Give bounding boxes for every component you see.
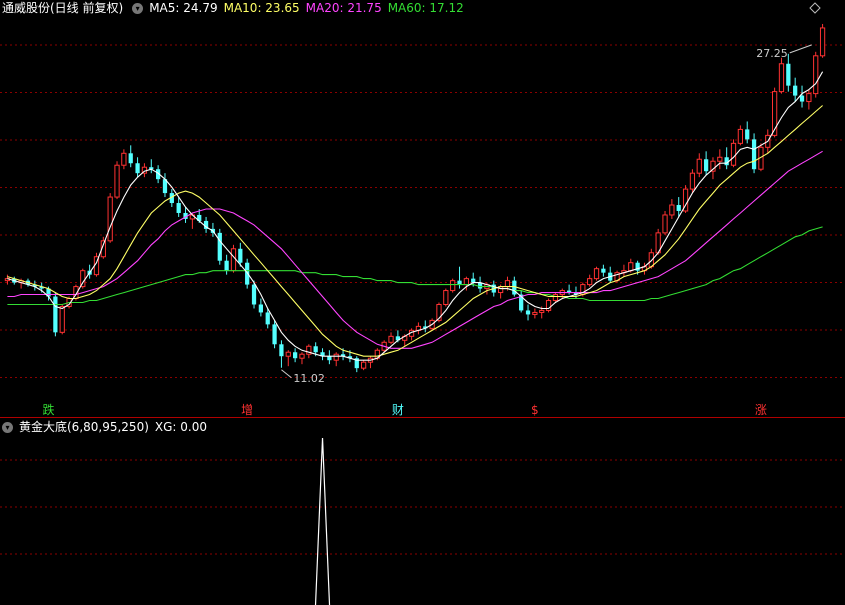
candle-body bbox=[463, 278, 469, 286]
ma5-line bbox=[7, 71, 824, 361]
candle-body bbox=[730, 142, 737, 166]
event-marker: 增 bbox=[241, 403, 253, 417]
candle-body bbox=[786, 63, 791, 86]
low-price-label: 11.02 bbox=[293, 372, 325, 385]
xg-signal-line bbox=[314, 437, 331, 605]
candle-body bbox=[135, 163, 140, 174]
candle-body bbox=[230, 248, 237, 272]
event-marker: 财 bbox=[392, 403, 404, 417]
candle-body bbox=[601, 268, 606, 273]
candle-body bbox=[813, 55, 819, 95]
event-marker: 跌 bbox=[43, 402, 55, 417]
candle-body bbox=[217, 232, 222, 261]
candle-body bbox=[388, 335, 394, 343]
candle-body bbox=[299, 353, 305, 359]
indicator-header: ▾ 黄金大底(6,80,95,250) XG: 0.00 bbox=[0, 419, 213, 435]
high-price-label: 27.25 bbox=[756, 47, 788, 60]
candle-body bbox=[279, 344, 284, 357]
candle-body bbox=[587, 278, 593, 286]
candle-body bbox=[745, 129, 750, 140]
candle-body bbox=[121, 152, 127, 166]
candle-body bbox=[778, 63, 785, 93]
event-marker: 涨 bbox=[755, 402, 767, 417]
candle-body bbox=[176, 203, 181, 213]
candle-body bbox=[696, 158, 702, 174]
candle-body bbox=[443, 290, 449, 305]
candle-body bbox=[245, 262, 250, 285]
ma5-label: MA5: 24.79 bbox=[149, 1, 218, 15]
candle-body bbox=[751, 139, 757, 170]
candle-body bbox=[593, 268, 600, 280]
panel-separator bbox=[0, 417, 845, 418]
candle-body bbox=[525, 310, 531, 315]
candle-body bbox=[251, 284, 257, 305]
candle-body bbox=[128, 153, 133, 164]
kline-chart: 27.25 11.02 跌 增 财 $ 涨 bbox=[0, 2, 845, 605]
candle-body bbox=[327, 356, 332, 361]
candle-body bbox=[450, 280, 456, 292]
candle-body bbox=[333, 353, 339, 361]
candle-body bbox=[504, 280, 511, 288]
candle-body bbox=[224, 260, 229, 271]
stock-title: 通威股份(日线 前复权) bbox=[2, 1, 124, 15]
candle-body bbox=[272, 324, 277, 345]
candle-body bbox=[293, 352, 298, 359]
candle-body bbox=[552, 294, 559, 302]
event-marker: $ bbox=[531, 403, 539, 417]
candle-body bbox=[265, 312, 270, 325]
ma10-label: MA10: 23.65 bbox=[223, 1, 300, 15]
main-chart-header: 通威股份(日线 前复权) ▾ MA5: 24.79 MA10: 23.65 MA… bbox=[0, 0, 470, 16]
xg-value-label: XG: 0.00 bbox=[154, 420, 207, 434]
ma60-label: MA60: 17.12 bbox=[387, 1, 464, 15]
indicator-title: 黄金大底(6,80,95,250) bbox=[19, 420, 149, 434]
candle-body bbox=[737, 128, 743, 144]
ma60-line bbox=[7, 226, 823, 306]
ma20-line bbox=[7, 150, 823, 349]
candle-body bbox=[238, 248, 243, 263]
settings-dropdown-icon[interactable]: ▾ bbox=[132, 2, 144, 14]
candle-body bbox=[114, 164, 120, 198]
ma20-label: MA20: 21.75 bbox=[305, 1, 382, 15]
ma10-line bbox=[7, 105, 823, 357]
candle-body bbox=[539, 309, 545, 313]
candle-body bbox=[689, 172, 696, 190]
candle-body bbox=[662, 214, 668, 234]
candle-body bbox=[669, 204, 675, 216]
low-price-pointer bbox=[281, 369, 292, 379]
candle-body bbox=[793, 85, 798, 96]
candle-body bbox=[258, 304, 263, 313]
candle-body bbox=[532, 311, 538, 315]
candle-body bbox=[471, 278, 476, 283]
candle-body bbox=[107, 196, 113, 242]
candle-body bbox=[628, 262, 634, 272]
candle-body bbox=[806, 93, 812, 103]
diamond-icon bbox=[809, 2, 821, 14]
candle-body bbox=[819, 27, 826, 57]
candle-body bbox=[457, 280, 462, 285]
candle-body bbox=[676, 205, 681, 211]
candle-body bbox=[313, 346, 318, 353]
candle-body bbox=[799, 95, 805, 102]
high-price-pointer bbox=[789, 44, 812, 54]
indicator-dropdown-icon[interactable]: ▾ bbox=[2, 421, 13, 433]
candle-body bbox=[717, 156, 723, 162]
candle-body bbox=[361, 361, 367, 369]
candle-body bbox=[59, 305, 65, 333]
candle-body bbox=[285, 351, 291, 357]
candle-body bbox=[53, 296, 58, 333]
candle-body bbox=[704, 159, 709, 172]
